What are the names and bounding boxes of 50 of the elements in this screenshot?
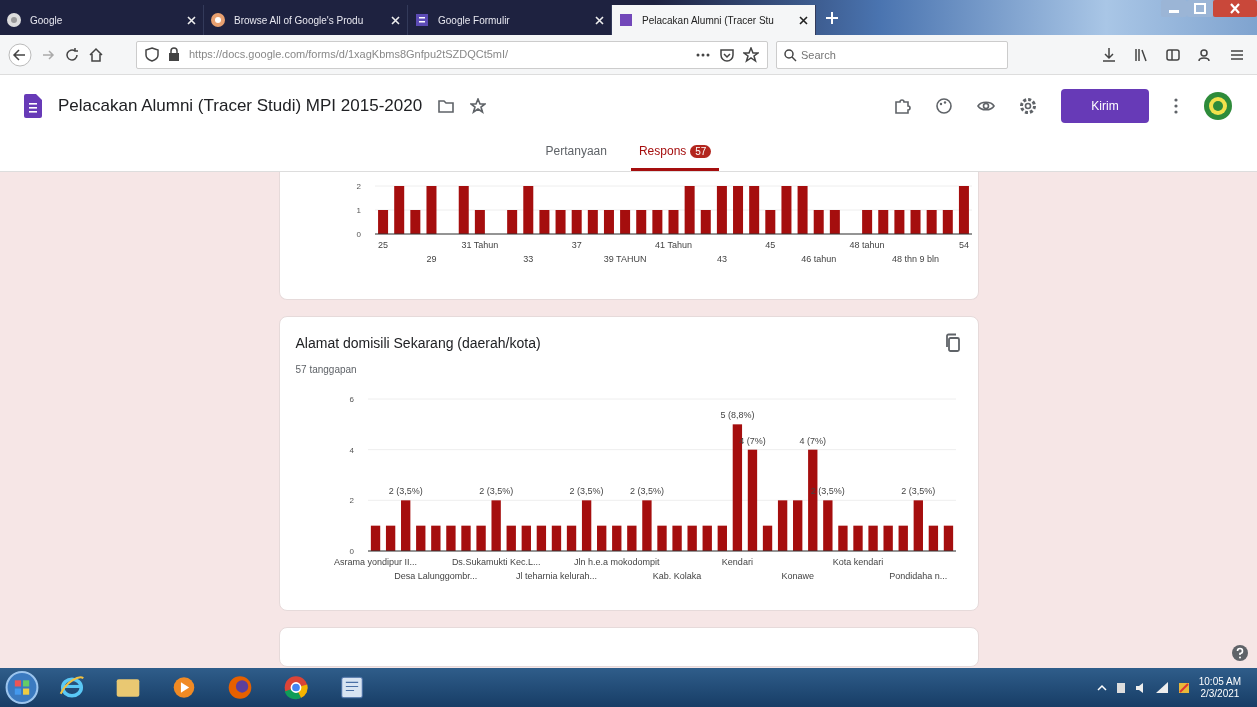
axis-tick-label: 25 xyxy=(377,240,388,250)
data-label: 5 (8,8%) xyxy=(719,410,754,421)
axis-tick-label: Pondidaha n... xyxy=(888,571,947,581)
response-count: 57 tanggapan xyxy=(295,363,358,377)
axis-tick-label: Kota kendari xyxy=(832,557,883,567)
clock[interactable]: 10:05 AM 2/3/2021 xyxy=(1198,675,1241,700)
axis-tick-label: 29 xyxy=(425,254,436,264)
axis-tick-label: Kab. Kolaka xyxy=(652,571,701,581)
axis-tick-label: 0 xyxy=(356,230,361,239)
axis-tick-label: 37 xyxy=(571,240,582,250)
address-bar[interactable]: https://docs.google.com/forms/d/1xagKbms8Gnfpu2tSZDQCt5mI/ xyxy=(136,40,768,69)
form-tab[interactable]: Pertanyaan xyxy=(537,136,615,171)
url-text: https://docs.google.com/forms/d/1xagKbms8Gnfpu2tSZDQCt5mI/ xyxy=(189,47,510,63)
axis-tick-label: 48 thn 9 bln xyxy=(891,254,939,264)
data-label: 2 (3,5%) xyxy=(569,486,604,497)
data-label: 2 (3,5%) xyxy=(629,486,664,497)
send-button[interactable]: Kirim xyxy=(1061,88,1149,123)
search-field[interactable]: Search xyxy=(776,40,1008,69)
axis-tick-label: 54 xyxy=(958,240,969,250)
axis-tick-label: 2 xyxy=(349,496,354,506)
axis-tick-label: 45 xyxy=(764,240,775,250)
axis-tick-label: 48 tahun xyxy=(849,240,885,250)
axis-tick-label: 41 Tahun xyxy=(654,240,692,250)
axis-tick-label: 0 xyxy=(349,547,354,556)
browser-tab[interactable]: Pelacakan Alumni (Tracer Stu xyxy=(612,5,816,35)
data-label: 2 (3,5%) xyxy=(478,486,513,497)
data-label: 2 (3,5%) xyxy=(900,486,935,497)
data-label: 2 (3,5%) xyxy=(388,486,423,497)
axis-tick-label: 6 xyxy=(349,395,354,404)
axis-tick-label: Asrama yondipur II... xyxy=(333,557,417,567)
axis-tick-label: Desa Lalunggombr... xyxy=(393,571,477,581)
axis-tick-label: 1 xyxy=(356,206,361,215)
count-badge: 57 xyxy=(690,145,712,158)
axis-tick-label: 4 xyxy=(349,445,354,455)
axis-tick-label: 2 xyxy=(356,182,361,191)
axis-tick-label: 43 xyxy=(716,254,727,264)
form-title: Pelacakan Alumni (Tracer Studi) MPI 2015-2020 xyxy=(58,94,423,117)
axis-tick-label: 39 TAHUN xyxy=(603,254,646,264)
data-label: 2 (3,5%) xyxy=(810,486,845,497)
axis-tick-label: 31 Tahun xyxy=(460,240,498,250)
question-title: Alamat domisili Sekarang (daerah/kota) xyxy=(295,334,541,353)
axis-tick-label: Jln h.e.a mokodompit xyxy=(573,557,660,567)
axis-tick-label: 46 tahun xyxy=(800,254,836,264)
axis-tick-label: 33 xyxy=(522,254,533,264)
data-label: 4 (7%) xyxy=(738,435,766,446)
axis-tick-label: Konawe xyxy=(780,571,814,581)
axis-tick-label: Ds.Sukamukti Kec.L... xyxy=(451,557,540,567)
data-label: 4 (7%) xyxy=(799,435,826,446)
axis-tick-label: Jl teharnia kelurah... xyxy=(515,571,597,581)
axis-tick-label: Kendari xyxy=(721,557,753,567)
